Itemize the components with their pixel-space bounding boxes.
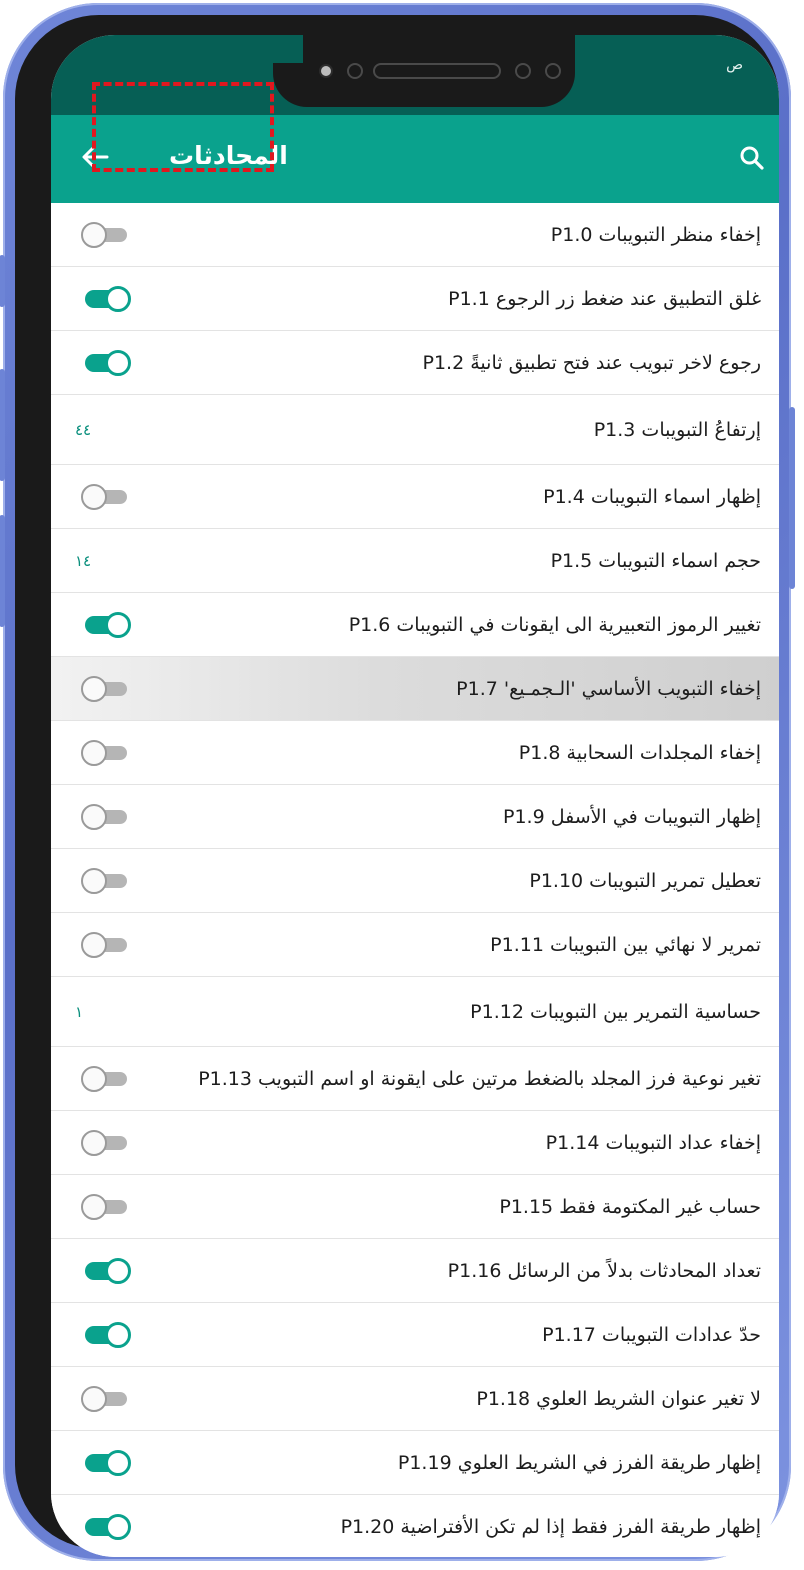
setting-label: إرتفاعُ التبويبات P1.3 <box>593 418 761 441</box>
toggle-switch[interactable] <box>81 483 131 510</box>
settings-row[interactable]: حجم اسماء التبويبات P1.5 ١٤ <box>51 529 779 593</box>
side-button <box>0 255 5 307</box>
settings-row[interactable]: تمرير لا نهائي بين التبويبات P1.11 <box>51 913 779 977</box>
power-button <box>789 407 795 589</box>
toggle-thumb <box>105 285 131 312</box>
settings-row[interactable]: إخفاء منظر التبويبات P1.0 <box>51 203 779 267</box>
setting-label: إخفاء عداد التبويبات P1.14 <box>545 1131 761 1154</box>
toggle-switch[interactable] <box>81 221 131 248</box>
front-camera-icon <box>319 64 333 78</box>
toggle-switch[interactable] <box>81 1129 131 1156</box>
settings-row[interactable]: إظهار طريقة الفرز في الشريط العلوي P1.19 <box>51 1431 779 1495</box>
toggle-switch[interactable] <box>81 867 131 894</box>
setting-label: إظهار التبويبات في الأسفل P1.9 <box>503 805 761 828</box>
notch <box>273 35 575 107</box>
toggle-switch[interactable] <box>81 931 131 958</box>
settings-row[interactable]: حساب غير المكتومة فقط P1.15 <box>51 1175 779 1239</box>
toggle-thumb <box>81 221 107 248</box>
toggle-switch[interactable] <box>81 1321 131 1348</box>
settings-row[interactable]: إرتفاعُ التبويبات P1.3 ٤٤ <box>51 395 779 465</box>
toggle-thumb <box>105 1449 131 1476</box>
search-icon[interactable] <box>739 145 765 171</box>
settings-row[interactable]: إخفاء المجلدات السحابية P1.8 <box>51 721 779 785</box>
settings-row[interactable]: تعطيل تمرير التبويبات P1.10 <box>51 849 779 913</box>
setting-label: إخفاء التبويب الأساسي 'الـجمـيع' P1.7 <box>456 677 761 700</box>
toggle-thumb <box>81 1193 107 1220</box>
setting-label: حساب غير المكتومة فقط P1.15 <box>499 1195 761 1218</box>
toggle-thumb <box>105 1257 131 1284</box>
title-highlight-annotation <box>92 82 274 172</box>
settings-row[interactable]: تغيير الرموز التعبيرية الى ايقونات في ال… <box>51 593 779 657</box>
settings-row[interactable]: إخفاء عداد التبويبات P1.14 <box>51 1111 779 1175</box>
setting-label: إظهار اسماء التبويبات P1.4 <box>543 485 761 508</box>
settings-row[interactable]: إخفاء التبويب الأساسي 'الـجمـيع' P1.7 <box>51 657 779 721</box>
toggle-thumb <box>81 867 107 894</box>
setting-label: إخفاء منظر التبويبات P1.0 <box>550 223 761 246</box>
setting-label: تغيير الرموز التعبيرية الى ايقونات في ال… <box>348 613 761 636</box>
toggle-thumb <box>105 611 131 638</box>
setting-label: تعطيل تمرير التبويبات P1.10 <box>529 869 761 892</box>
setting-label: حجم اسماء التبويبات P1.5 <box>550 549 761 572</box>
phone-frame: ص المحادثات إخفاء منظر التبويبات P1.0 غل… <box>0 3 795 1561</box>
toggle-thumb <box>81 931 107 958</box>
settings-row[interactable]: إظهار التبويبات في الأسفل P1.9 <box>51 785 779 849</box>
phone-bezel: ص المحادثات إخفاء منظر التبويبات P1.0 غل… <box>15 15 779 1557</box>
setting-label: رجوع لاخر تبويب عند فتح تطبيق ثانيةً P1.… <box>422 351 761 374</box>
settings-row[interactable]: تعداد المحادثات بدلاً من الرسائل P1.16 <box>51 1239 779 1303</box>
toggle-switch[interactable] <box>81 675 131 702</box>
toggle-thumb <box>105 349 131 376</box>
toggle-switch[interactable] <box>81 1513 131 1540</box>
volume-down-button <box>0 515 5 627</box>
toggle-switch[interactable] <box>81 1385 131 1412</box>
toggle-switch[interactable] <box>81 1449 131 1476</box>
settings-row[interactable]: حساسية التمرير بين التبويبات P1.12 ١ <box>51 977 779 1047</box>
settings-row[interactable]: حدّ عدادات التبويبات P1.17 <box>51 1303 779 1367</box>
toggle-thumb <box>81 1065 107 1092</box>
setting-label: غلق التطبيق عند ضغط زر الرجوع P1.1 <box>448 287 761 310</box>
toggle-switch[interactable] <box>81 349 131 376</box>
status-text: ص <box>726 57 743 73</box>
toggle-switch[interactable] <box>81 1193 131 1220</box>
sensor-icon <box>347 63 363 79</box>
setting-label: لا تغير عنوان الشريط العلوي P1.18 <box>476 1387 761 1410</box>
toggle-switch[interactable] <box>81 803 131 830</box>
sensor-icon <box>545 63 561 79</box>
toggle-switch[interactable] <box>81 1065 131 1092</box>
setting-label: إظهار طريقة الفرز فقط إذا لم تكن الأفترا… <box>340 1515 761 1538</box>
toggle-thumb <box>81 739 107 766</box>
toggle-switch[interactable] <box>81 285 131 312</box>
settings-row[interactable]: إظهار اسماء التبويبات P1.4 <box>51 465 779 529</box>
setting-label: تغير نوعية فرز المجلد بالضغط مرتين على ا… <box>198 1067 761 1090</box>
screen: ص المحادثات إخفاء منظر التبويبات P1.0 غل… <box>51 35 779 1557</box>
setting-label: حساسية التمرير بين التبويبات P1.12 <box>470 1000 761 1023</box>
setting-value: ١ <box>75 1002 84 1021</box>
toggle-switch[interactable] <box>81 611 131 638</box>
setting-value: ٤٤ <box>75 420 92 439</box>
sensor-icon <box>515 63 531 79</box>
toggle-thumb <box>81 1385 107 1412</box>
settings-list: إخفاء منظر التبويبات P1.0 غلق التطبيق عند… <box>51 203 779 1557</box>
toggle-thumb <box>105 1513 131 1540</box>
setting-value: ١٤ <box>75 551 92 570</box>
setting-label: تعداد المحادثات بدلاً من الرسائل P1.16 <box>447 1259 761 1282</box>
toggle-switch[interactable] <box>81 1257 131 1284</box>
toggle-switch[interactable] <box>81 739 131 766</box>
setting-label: إظهار طريقة الفرز في الشريط العلوي P1.19 <box>397 1451 761 1474</box>
setting-label: حدّ عدادات التبويبات P1.17 <box>542 1323 761 1346</box>
setting-label: إخفاء المجلدات السحابية P1.8 <box>518 741 761 764</box>
toggle-thumb <box>81 675 107 702</box>
toggle-thumb <box>105 1321 131 1348</box>
settings-row[interactable]: رجوع لاخر تبويب عند فتح تطبيق ثانيةً P1.… <box>51 331 779 395</box>
settings-row[interactable]: غلق التطبيق عند ضغط زر الرجوع P1.1 <box>51 267 779 331</box>
volume-up-button <box>0 369 5 481</box>
settings-row[interactable]: تغير نوعية فرز المجلد بالضغط مرتين على ا… <box>51 1047 779 1111</box>
settings-row[interactable]: إظهار طريقة الفرز فقط إذا لم تكن الأفترا… <box>51 1495 779 1557</box>
setting-label: تمرير لا نهائي بين التبويبات P1.11 <box>490 933 761 956</box>
toggle-thumb <box>81 1129 107 1156</box>
toggle-thumb <box>81 483 107 510</box>
toggle-thumb <box>81 803 107 830</box>
settings-row[interactable]: لا تغير عنوان الشريط العلوي P1.18 <box>51 1367 779 1431</box>
speaker-grille <box>373 63 501 79</box>
